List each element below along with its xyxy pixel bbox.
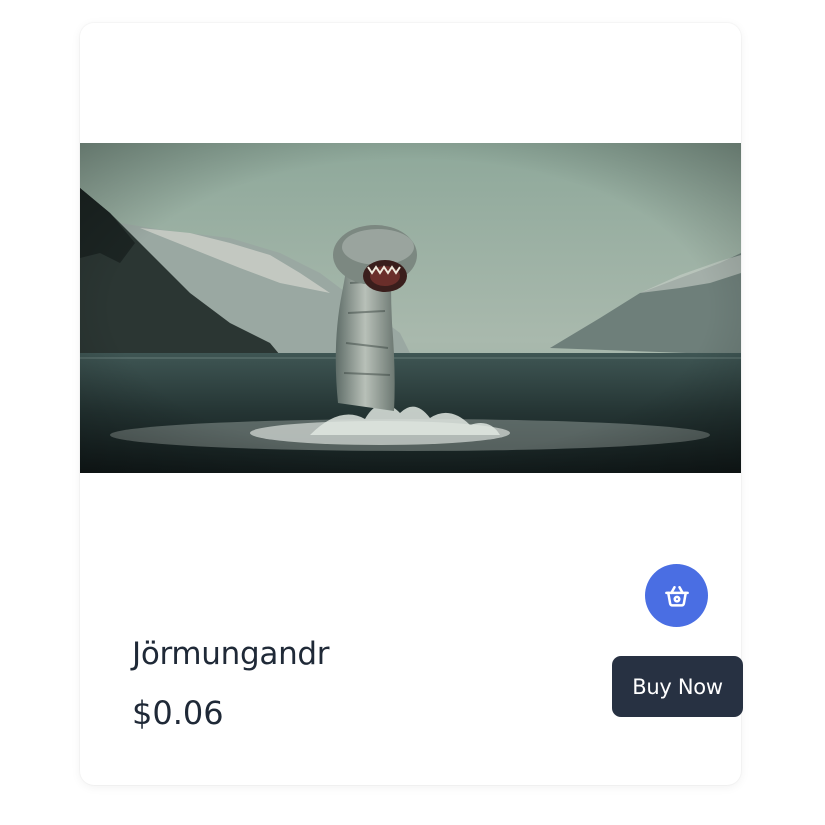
basket-icon <box>664 585 689 607</box>
add-to-cart-button[interactable] <box>645 564 708 627</box>
buy-now-button[interactable]: Buy Now <box>612 656 743 717</box>
product-title: Jörmungandr <box>132 636 330 672</box>
product-card: Jörmungandr $0.06 Buy Now <box>80 23 743 785</box>
sea-serpent-photo <box>80 143 741 473</box>
product-image[interactable] <box>80 143 741 473</box>
product-price: $0.06 <box>132 694 224 732</box>
